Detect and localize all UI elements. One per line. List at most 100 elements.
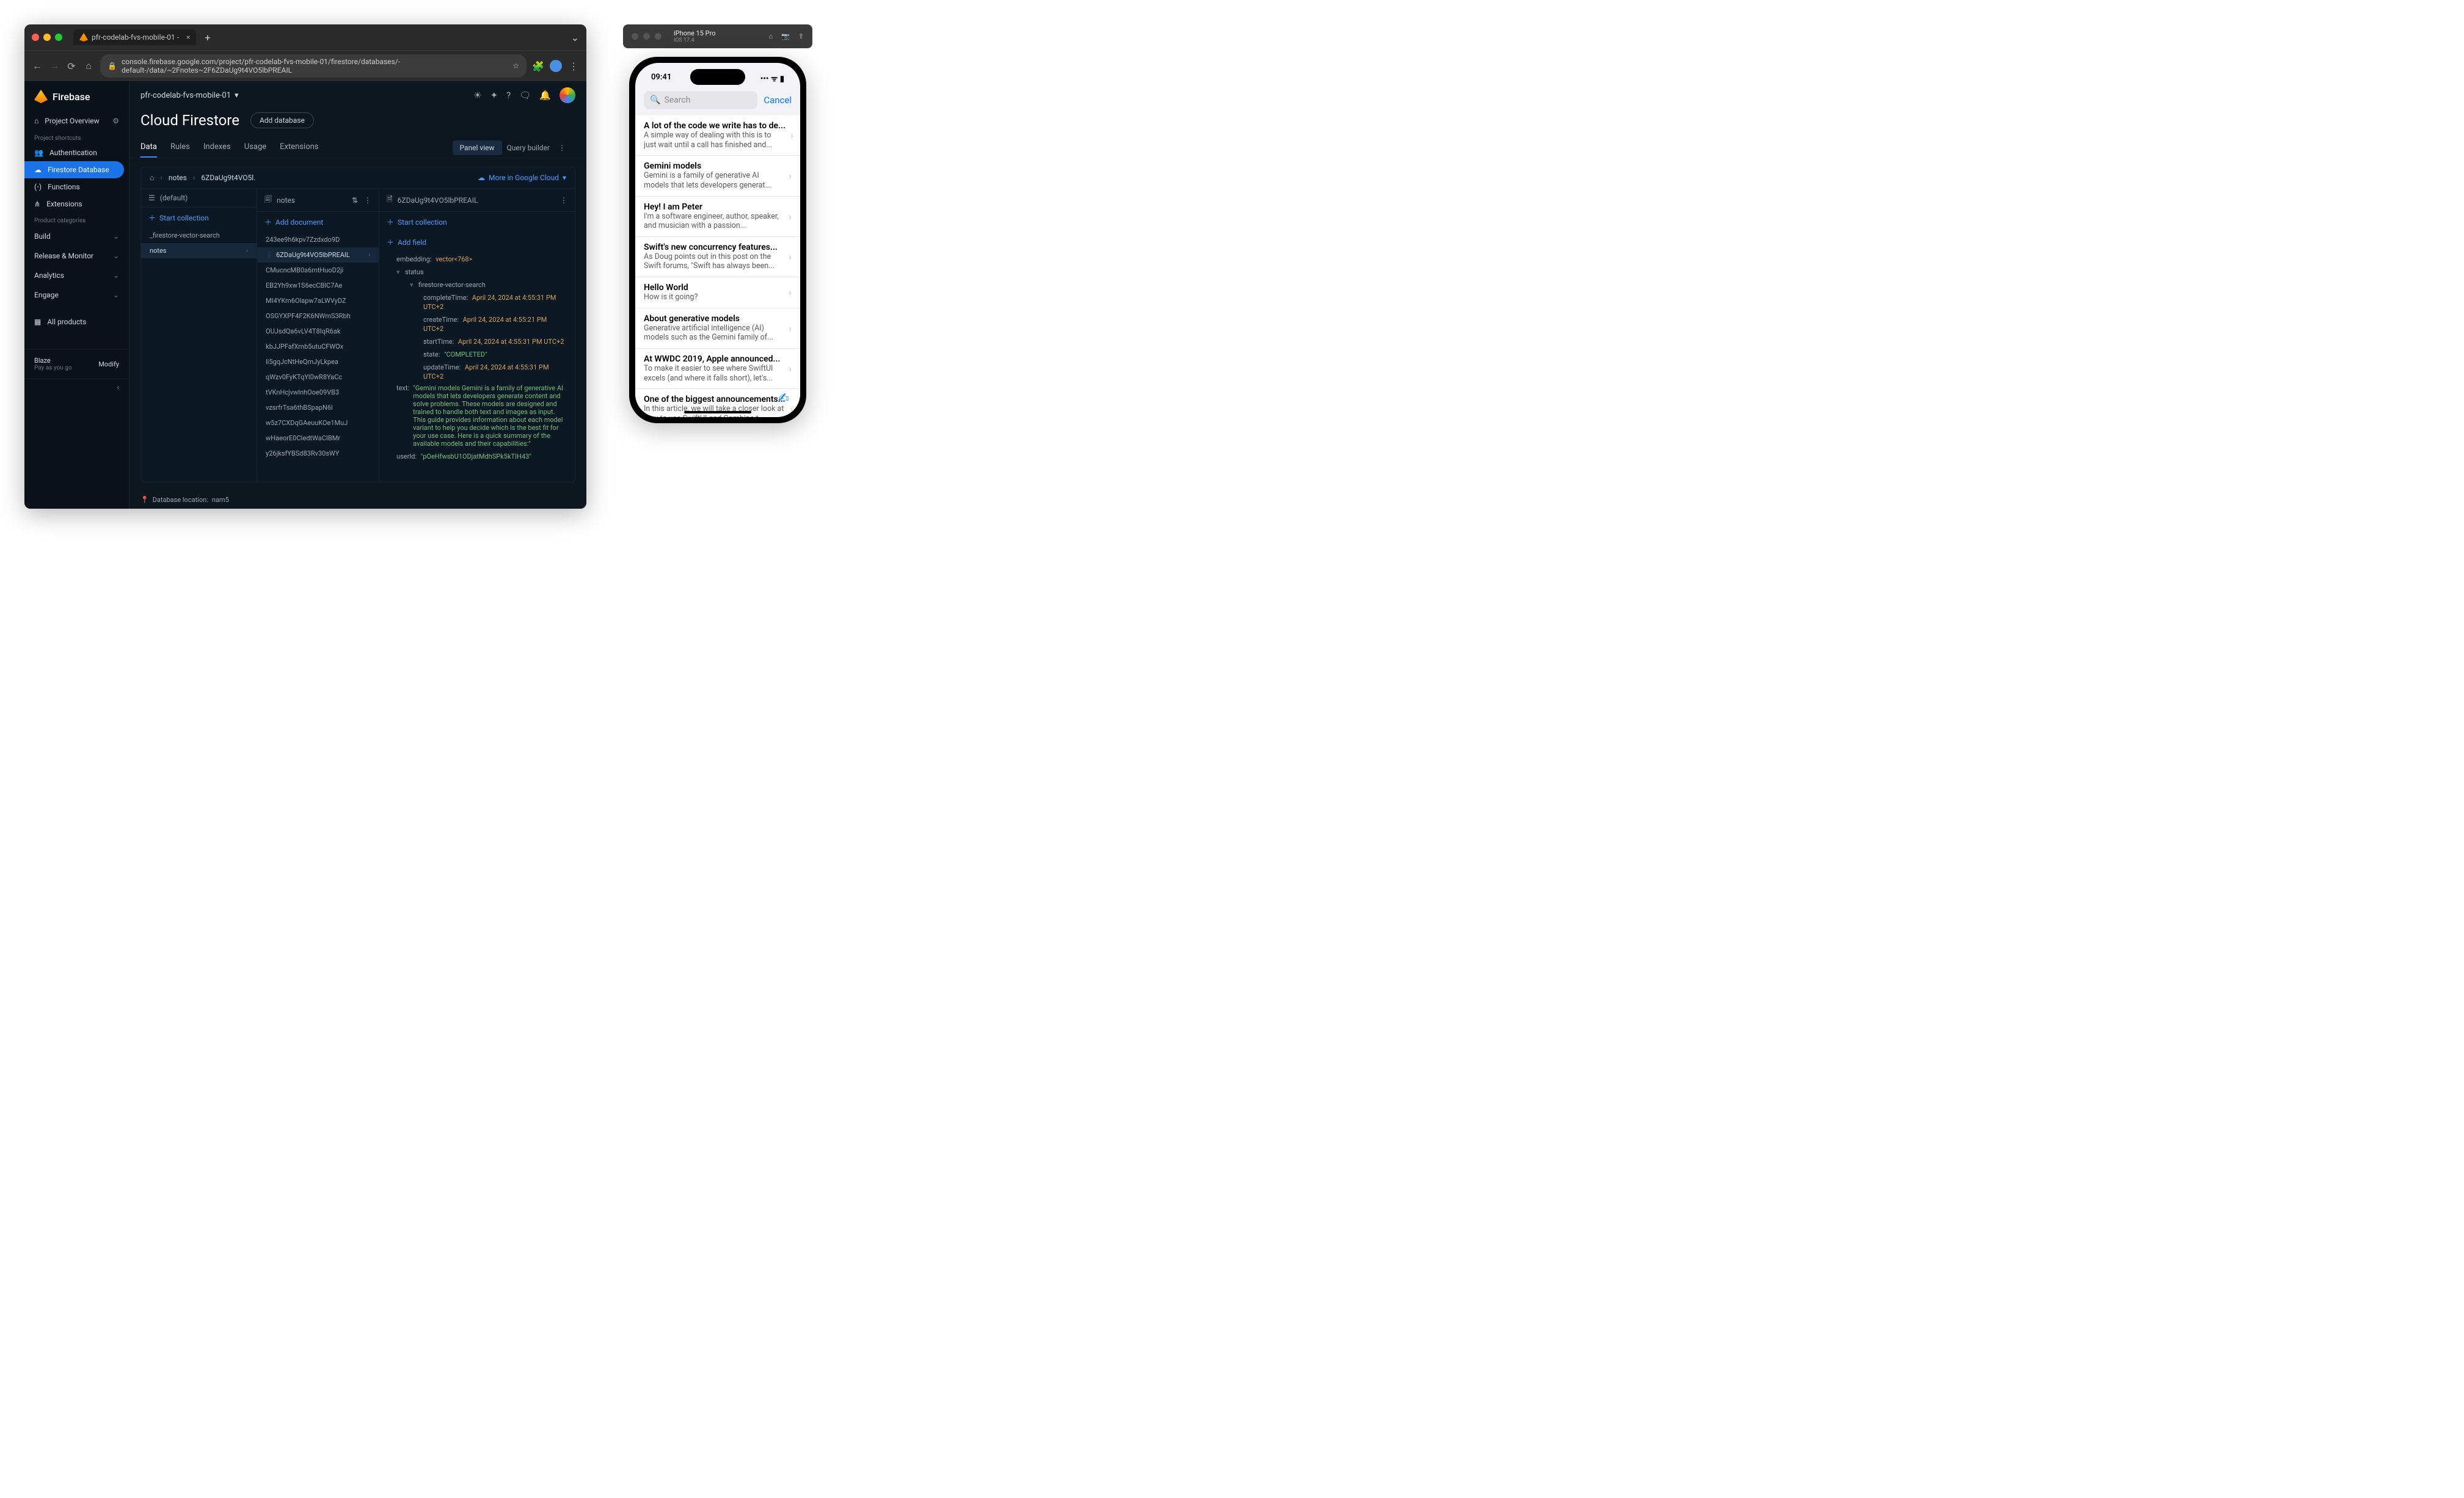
sim-home-icon[interactable]: ⌂ bbox=[768, 32, 773, 40]
document-item[interactable]: wHaeorE0CIedtWaCIBMr bbox=[257, 431, 379, 446]
field-start-time[interactable]: startTime: April 24, 2024 at 4:55:31 PM … bbox=[379, 335, 575, 347]
add-field-button[interactable]: ＋Add field bbox=[379, 232, 575, 252]
document-item[interactable]: OUJsdQa6vLV4T8IqR6ak bbox=[257, 324, 379, 339]
project-overview-link[interactable]: ⌂ Project Overview ⚙ bbox=[24, 112, 129, 130]
collapse-sidebar-button[interactable]: ‹ bbox=[24, 379, 129, 395]
all-products-link[interactable]: ▦All products bbox=[24, 313, 129, 330]
tab-usage[interactable]: Usage bbox=[244, 137, 266, 158]
tab-rules[interactable]: Rules bbox=[170, 137, 190, 158]
back-button[interactable]: ← bbox=[32, 60, 43, 71]
tab-indexes[interactable]: Indexes bbox=[203, 137, 231, 158]
breadcrumb-collection[interactable]: notes bbox=[169, 173, 187, 182]
sparkle-icon[interactable]: ✦ bbox=[490, 90, 498, 101]
list-item[interactable]: At WWDC 2019, Apple announced...To make … bbox=[635, 349, 800, 389]
close-window-icon[interactable] bbox=[32, 34, 39, 41]
document-item[interactable]: CMucncMB0a6mtHuoD2ji bbox=[257, 263, 379, 278]
add-document-button[interactable]: ＋Add document bbox=[257, 212, 379, 232]
modify-plan-button[interactable]: Modify bbox=[98, 360, 119, 368]
maximize-window-icon[interactable] bbox=[55, 34, 62, 41]
minimize-window-icon[interactable] bbox=[43, 34, 51, 41]
document-item[interactable]: li5gqJcNtHeQmJyLkpea bbox=[257, 354, 379, 369]
sidebar-item-authentication[interactable]: 👥Authentication bbox=[24, 144, 129, 161]
field-create-time[interactable]: createTime: April 24, 2024 at 4:55:21 PM… bbox=[379, 313, 575, 335]
field-embedding[interactable]: embedding: vector<768> bbox=[379, 252, 575, 265]
document-item[interactable]: vzsrfrTsa6thBSpapN6l bbox=[257, 400, 379, 415]
document-item[interactable]: 243ee9h6kpv7Zzdxdo9D bbox=[257, 232, 379, 247]
sidebar-item-functions[interactable]: (⋅)Functions bbox=[24, 178, 129, 195]
site-info-icon[interactable]: 🔒 bbox=[108, 62, 117, 70]
tab-data[interactable]: Data bbox=[140, 137, 157, 158]
list-item[interactable]: Hey! I am PeterI'm a software engineer, … bbox=[635, 197, 800, 237]
help-icon[interactable]: ? bbox=[506, 90, 511, 101]
document-item[interactable]: qWzv0FyKTqYl0wR8YaCc bbox=[257, 369, 379, 385]
list-item[interactable]: About generative modelsGenerative artifi… bbox=[635, 308, 800, 349]
sidebar-item-extensions[interactable]: ⋔Extensions bbox=[24, 195, 129, 213]
home-indicator[interactable] bbox=[684, 411, 751, 413]
list-item[interactable]: A lot of the code we write has to de...A… bbox=[635, 115, 800, 156]
feedback-icon[interactable]: 🗨 bbox=[519, 90, 531, 101]
data-menu-icon[interactable]: ⋮ bbox=[555, 144, 569, 152]
sidebar-category-analytics[interactable]: Analytics⌄ bbox=[24, 266, 129, 285]
sim-screenshot-icon[interactable]: 📷 bbox=[781, 32, 790, 40]
cancel-button[interactable]: Cancel bbox=[764, 95, 792, 106]
collection-item[interactable]: _firestore-vector-search bbox=[141, 228, 257, 243]
url-field[interactable]: 🔒 console.firebase.google.com/project/pf… bbox=[100, 54, 527, 78]
close-tab-icon[interactable]: × bbox=[186, 33, 190, 42]
breadcrumb-document[interactable]: 6ZDaUg9t4VO5l. bbox=[201, 173, 255, 182]
bookmark-icon[interactable]: ☆ bbox=[512, 62, 519, 70]
column-menu-icon[interactable]: ⋮ bbox=[364, 196, 371, 205]
theme-icon[interactable]: ☀ bbox=[473, 90, 481, 101]
sim-share-icon[interactable]: ⇧ bbox=[798, 32, 804, 40]
profile-avatar-icon[interactable] bbox=[550, 60, 562, 72]
list-item[interactable]: Hello WorldHow is it going?› bbox=[635, 277, 800, 308]
query-builder-button[interactable]: Query builder bbox=[507, 144, 550, 152]
forward-button[interactable]: → bbox=[49, 60, 60, 71]
sim-max-icon[interactable] bbox=[655, 33, 662, 40]
compose-button[interactable]: ✍︎ bbox=[778, 391, 789, 406]
new-tab-button[interactable]: + bbox=[201, 32, 214, 43]
start-subcollection-button[interactable]: ＋Start collection bbox=[379, 212, 575, 232]
project-selector[interactable]: pfr-codelab-fvs-mobile-01 ▾ bbox=[140, 91, 239, 100]
field-status-fvs[interactable]: ▾firestore-vector-search bbox=[379, 278, 575, 291]
field-state[interactable]: state: "COMPLETED" bbox=[379, 347, 575, 360]
field-status[interactable]: ▾status bbox=[379, 265, 575, 278]
collection-item[interactable]: notes› bbox=[141, 243, 257, 258]
panel-view-button[interactable]: Panel view bbox=[453, 140, 502, 155]
extensions-icon[interactable]: 🧩 bbox=[533, 60, 544, 71]
field-userid[interactable]: userId: "pOeHfwsbU1ODjatMdhSPk5kTIH43" bbox=[379, 449, 575, 462]
search-input[interactable]: 🔍 Search bbox=[644, 91, 757, 109]
column-menu-icon[interactable]: ⋮ bbox=[560, 196, 567, 205]
notifications-icon[interactable]: 🔔 bbox=[539, 90, 551, 101]
sidebar-category-engage[interactable]: Engage⌄ bbox=[24, 285, 129, 305]
tabs-overflow-icon[interactable]: ⌄ bbox=[571, 32, 579, 43]
browser-tab[interactable]: pfr-codelab-fvs-mobile-01 - × bbox=[73, 29, 196, 45]
document-item[interactable]: EB2Yh9xw1S6ecCBlC7Ae bbox=[257, 278, 379, 293]
more-in-gc-link[interactable]: ☁More in Google Cloud▾ bbox=[478, 173, 566, 182]
document-item[interactable]: w5z7CXDqGAeuuKOe1MuJ bbox=[257, 415, 379, 431]
field-complete-time[interactable]: completeTime: April 24, 2024 at 4:55:31 … bbox=[379, 291, 575, 313]
sim-close-icon[interactable] bbox=[632, 33, 638, 40]
document-item[interactable]: y26jksfYBSd83Rv30sWY bbox=[257, 446, 379, 461]
start-collection-button[interactable]: ＋Start collection bbox=[141, 208, 257, 228]
sidebar-category-release[interactable]: Release & Monitor⌄ bbox=[24, 246, 129, 266]
list-item[interactable]: Swift's new concurrency features...As Do… bbox=[635, 237, 800, 277]
document-item[interactable]: ⋮6ZDaUg9t4VO5lbPREAIL› bbox=[257, 247, 379, 263]
user-avatar-icon[interactable] bbox=[560, 87, 575, 103]
sidebar-item-firestore[interactable]: ☁Firestore Database bbox=[24, 161, 124, 178]
document-item[interactable]: OSGYXPF4F2K6NWmS3Rbh bbox=[257, 308, 379, 324]
reload-button[interactable]: ⟳ bbox=[66, 60, 77, 71]
settings-gear-icon[interactable]: ⚙ bbox=[112, 117, 119, 125]
field-update-time[interactable]: updateTime: April 24, 2024 at 4:55:31 PM… bbox=[379, 360, 575, 382]
document-item[interactable]: kbJJPFafXmb5utuCFWOx bbox=[257, 339, 379, 354]
root-icon[interactable]: ⌂ bbox=[150, 173, 154, 182]
sidebar-category-build[interactable]: Build⌄ bbox=[24, 227, 129, 246]
filter-icon[interactable]: ⇅ bbox=[352, 196, 358, 205]
home-button[interactable]: ⌂ bbox=[83, 60, 94, 71]
tab-extensions[interactable]: Extensions bbox=[280, 137, 318, 158]
document-item[interactable]: tVKnHcjvwlnhOoe09VB3 bbox=[257, 385, 379, 400]
document-item[interactable]: MI4YKm6Olapw7aLWVyDZ bbox=[257, 293, 379, 308]
sim-min-icon[interactable] bbox=[643, 33, 650, 40]
browser-menu-icon[interactable]: ⋮ bbox=[568, 60, 579, 71]
add-database-button[interactable]: Add database bbox=[250, 112, 314, 128]
field-text[interactable]: text: "Gemini models Gemini is a family … bbox=[379, 382, 575, 449]
